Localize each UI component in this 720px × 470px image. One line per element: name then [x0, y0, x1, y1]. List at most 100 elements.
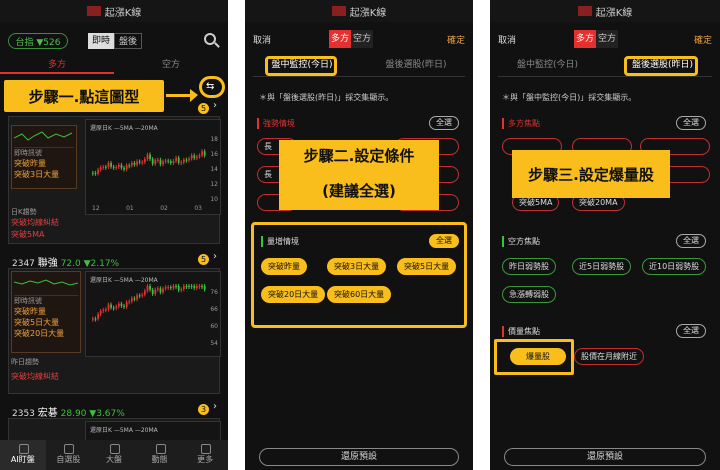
nav-watchlist[interactable]: 自選股 — [46, 440, 92, 470]
candle-body — [180, 162, 183, 164]
select-all-button[interactable]: 全選 — [429, 116, 459, 130]
candle-body — [144, 290, 146, 295]
mode-after-tab[interactable]: 盤後 — [114, 33, 143, 49]
stock-header[interactable]: 2347 聯強 72.0 ▼2.17% — [12, 254, 119, 269]
candle-body — [146, 154, 149, 159]
candle-body — [185, 159, 188, 161]
intersection-note: ＊與「盤後選股(昨日)」採交集顯示。 — [259, 93, 394, 102]
confirm-button[interactable]: 確定 — [694, 33, 712, 46]
candle-body — [170, 287, 172, 289]
candle-body — [201, 151, 203, 156]
mini-chart — [13, 274, 79, 296]
candle-body — [164, 287, 167, 289]
short-button[interactable]: 空方 — [596, 30, 618, 48]
confirm-button[interactable]: 確定 — [447, 33, 465, 46]
signal-count-badge: 3 — [198, 404, 209, 415]
mode-toggle: 即時 盤後 — [88, 33, 143, 49]
x-axis: 12 01 02 03 — [92, 205, 202, 212]
mode-intraday-tab[interactable]: 即時 — [88, 33, 115, 49]
nav-ai-watch[interactable]: AI盯盤 — [0, 440, 46, 470]
app-title: 起漲K線 — [104, 7, 142, 19]
select-all-button[interactable]: 全選 — [676, 234, 706, 248]
volume-pill[interactable]: 突破昨量 — [261, 258, 307, 275]
tab-highlight — [624, 56, 698, 76]
candle-body — [175, 286, 177, 287]
volume-pill[interactable]: 突破60日大量 — [327, 286, 392, 303]
chevron-right-icon[interactable]: › — [213, 401, 217, 412]
stock-card[interactable]: 還原日K —5MA —20MA — [8, 418, 221, 443]
title-bar: 起漲K線 — [490, 0, 720, 22]
reset-default-button[interactable]: 還原預設 — [259, 448, 459, 466]
chevron-right-icon[interactable]: › — [213, 100, 217, 111]
app-logo-icon — [331, 6, 346, 16]
candle-body — [183, 159, 185, 163]
candle-body — [123, 305, 125, 307]
candle-body — [172, 160, 175, 164]
candle-body — [149, 286, 151, 290]
candle-body — [154, 289, 157, 294]
step-one-callout: 步驟一.點這圖型 — [4, 80, 164, 112]
tab-long[interactable]: 多方 — [0, 58, 114, 74]
candle-body — [193, 155, 196, 159]
candle-body — [112, 307, 115, 309]
title-bar: 起漲K線 — [245, 0, 473, 22]
candle-body — [190, 155, 193, 159]
y-tick: 14 — [210, 166, 218, 173]
candle-body — [198, 286, 201, 287]
candle-body — [97, 314, 99, 319]
select-all-button[interactable]: 全選 — [429, 234, 459, 248]
tab-highlight — [265, 56, 337, 76]
stock-header[interactable]: 2353 宏碁 28.90 ▼3.67% — [12, 404, 125, 419]
signal-count-badge: 5 — [198, 103, 209, 114]
candle-body — [196, 286, 198, 289]
candle-body — [151, 289, 154, 294]
app-logo-icon — [86, 6, 101, 16]
candle-body — [94, 172, 97, 174]
candle-body — [102, 166, 105, 168]
cancel-button[interactable]: 取消 — [498, 33, 516, 46]
reset-default-button[interactable]: 還原預設 — [504, 448, 706, 466]
y-tick: 10 — [210, 196, 218, 203]
volume-pill[interactable]: 突破5日大量 — [397, 258, 457, 275]
select-all-button[interactable]: 全選 — [676, 116, 706, 130]
candle-body — [183, 286, 185, 290]
nav-news[interactable]: 動態 — [137, 440, 183, 470]
long-button[interactable]: 多方 — [574, 30, 596, 48]
short-pill[interactable]: 昨日弱勢股 — [502, 258, 556, 275]
chevron-right-icon[interactable]: › — [213, 251, 217, 262]
short-pill[interactable]: 近10日弱勢股 — [642, 258, 707, 275]
candle-body — [167, 160, 170, 162]
candle-body — [172, 286, 175, 289]
long-button[interactable]: 多方 — [329, 30, 351, 48]
stock-card[interactable]: 即時訊號 突破昨量 突破3日大量 日K趨勢 突破均線糾結 突破5MA 還原日K … — [8, 116, 221, 244]
step-one-arrow — [166, 89, 198, 102]
cancel-button[interactable]: 取消 — [253, 33, 271, 46]
short-button[interactable]: 空方 — [351, 30, 373, 48]
step-two-callout: 步驟二.設定條件 — [279, 140, 439, 170]
candle-body — [97, 169, 99, 174]
volume-pill[interactable]: 突破20日大量 — [261, 286, 326, 303]
market-index-button[interactable]: 台指 ▼526 — [8, 33, 68, 49]
stock-card[interactable]: 即時訊號 突破昨量 突破5日大量 突破20日大量 昨日趨勢 突破均線糾結 還原日… — [8, 268, 221, 394]
y-tick: 12 — [210, 181, 218, 188]
short-pill[interactable]: 近5日弱勢股 — [572, 258, 632, 275]
volume-pill[interactable]: 突破3日大量 — [327, 258, 387, 275]
filter-toggle-icon[interactable]: ⇆ — [206, 81, 218, 93]
tab-short[interactable]: 空方 — [114, 58, 228, 74]
candle-body — [94, 318, 97, 320]
divider — [498, 76, 712, 77]
candle-body — [128, 301, 131, 303]
search-icon[interactable] — [204, 33, 216, 45]
nav-more[interactable]: 更多 — [182, 440, 228, 470]
candle-body — [177, 286, 180, 291]
select-all-button[interactable]: 全選 — [676, 324, 706, 338]
short-pill[interactable]: 急漲轉弱股 — [502, 286, 556, 303]
nav-market[interactable]: 大盤 — [91, 440, 137, 470]
tab-intraday[interactable]: 盤中監控(今日) — [490, 58, 605, 74]
title-bar: 起漲K線 — [0, 0, 228, 22]
candle-body — [136, 295, 138, 300]
volume-pill[interactable]: 股價在月線附近 — [574, 348, 644, 365]
chart-legend: 還原日K —5MA —20MA — [90, 427, 158, 434]
candle-body — [131, 298, 133, 302]
tab-after-hours[interactable]: 盤後選股(昨日) — [359, 58, 473, 74]
